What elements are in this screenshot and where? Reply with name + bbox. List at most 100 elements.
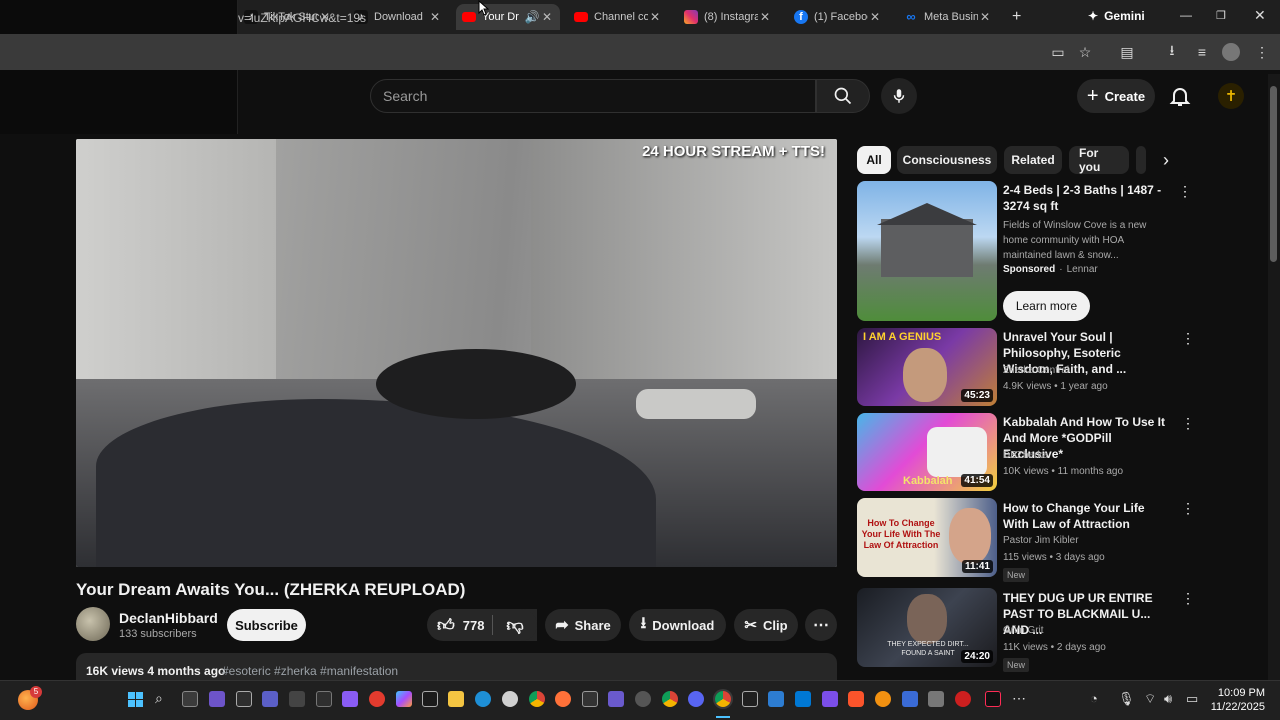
minimize-button[interactable]: —	[1180, 8, 1192, 22]
scrollbar-thumb[interactable]	[1270, 86, 1277, 262]
window-close-button[interactable]: ✕	[1254, 7, 1266, 24]
volume-icon[interactable]: 🔊︎	[1164, 691, 1172, 707]
maximize-button[interactable]: ❐	[1216, 9, 1226, 22]
gemini-button[interactable]: ✦ Gemini	[1088, 9, 1145, 23]
close-icon[interactable]: ✕	[540, 10, 554, 24]
tray-app-icon[interactable]: ◔	[1090, 691, 1098, 706]
new-tab-button[interactable]: +	[1012, 8, 1021, 26]
dislike-button[interactable]: 👎︎	[493, 609, 537, 641]
learn-more-button[interactable]: Learn more	[1003, 291, 1090, 321]
file-explorer-icon[interactable]	[448, 691, 464, 707]
video-thumbnail[interactable]: How To Change Your Life With The Law Of …	[857, 498, 997, 577]
chrome-icon[interactable]	[529, 691, 545, 707]
video-thumbnail[interactable]: THEY EXPECTED DIRT... FOUND A SAINT 24:2…	[857, 588, 997, 667]
app-icon[interactable]	[369, 691, 385, 707]
url-field[interactable]: v=luZKlpAGHCw&t=19s	[238, 11, 366, 25]
more-apps-icon[interactable]: ⋯	[1012, 690, 1026, 707]
video-thumbnail[interactable]: Kabbalah 41:54	[857, 413, 997, 491]
share-button[interactable]: ➦ Share	[545, 609, 621, 641]
edge-icon[interactable]	[475, 691, 491, 707]
tab-meta-business[interactable]: ∞ Meta Busin ✕	[898, 4, 998, 30]
ad-thumbnail[interactable]	[857, 181, 997, 321]
app-icon[interactable]	[822, 691, 838, 707]
notifications-button[interactable]	[1168, 84, 1192, 108]
browser-menu-icon[interactable]: ⋮	[1252, 42, 1272, 62]
search-icon[interactable]: ⌕	[155, 690, 163, 707]
app-icon[interactable]	[236, 691, 252, 707]
brave-icon[interactable]	[848, 691, 864, 707]
reading-mode-icon[interactable]: ▤	[1117, 42, 1137, 62]
more-vertical-icon[interactable]: ⋮	[1181, 500, 1195, 516]
search-input[interactable]: Search	[370, 79, 816, 113]
app-icon[interactable]	[422, 691, 438, 707]
opera-icon[interactable]	[955, 691, 971, 707]
media-control-icon[interactable]: ≡	[1192, 42, 1212, 62]
tab-youtube-active[interactable]: Your Dr 🔊 ✕	[456, 4, 560, 30]
app-icon[interactable]	[768, 691, 784, 707]
app-icon[interactable]	[795, 691, 811, 707]
more-vertical-icon[interactable]: ⋮	[1181, 330, 1195, 346]
battery-icon[interactable]: ▭	[1186, 691, 1198, 707]
chrome-active-icon[interactable]	[715, 691, 731, 707]
tiktok-icon[interactable]	[985, 691, 1001, 707]
download-button[interactable]: ⭳ Download	[629, 609, 726, 641]
video-title[interactable]: How to Change Your Life With Law of Attr…	[1003, 500, 1171, 532]
tab-facebook[interactable]: f (1) Faceboo ✕	[788, 4, 888, 30]
chip-consciousness[interactable]: Consciousness	[897, 146, 997, 174]
chip-for-you[interactable]: For you	[1069, 146, 1129, 174]
profile-avatar[interactable]	[1222, 43, 1240, 61]
ad-title[interactable]: 2-4 Beds | 2-3 Baths | 1487 - 3274 sq ft	[1003, 182, 1171, 214]
teams-icon[interactable]	[262, 691, 278, 707]
windows-start-icon[interactable]	[128, 692, 143, 707]
chip-all[interactable]: All	[857, 146, 891, 174]
more-vertical-icon[interactable]: ⋮	[1178, 183, 1192, 199]
app-icon[interactable]	[342, 691, 358, 707]
voice-search-button[interactable]	[881, 78, 917, 114]
downloads-icon[interactable]: ⭳	[1162, 42, 1182, 62]
chrome-icon[interactable]	[662, 691, 678, 707]
channel-name[interactable]: DBZherka	[1003, 450, 1048, 461]
app-icon[interactable]	[316, 691, 332, 707]
channel-name[interactable]: Grim Grit	[1003, 625, 1044, 636]
app-icon[interactable]	[209, 691, 225, 707]
microphone-icon[interactable]: 🎙︎	[1118, 691, 1135, 707]
search-button[interactable]	[816, 79, 870, 113]
app-icon[interactable]	[902, 691, 918, 707]
app-icon[interactable]	[582, 691, 598, 707]
more-vertical-icon[interactable]: ⋮	[1181, 590, 1195, 606]
clip-button[interactable]: ✂ Clip	[734, 609, 798, 641]
speaker-icon[interactable]: 🔊	[524, 10, 540, 24]
hashtags[interactable]: #esoteric #zherka #manifestation	[222, 664, 398, 678]
app-icon[interactable]	[502, 691, 518, 707]
channel-avatar[interactable]	[76, 607, 110, 641]
create-button[interactable]: + Create	[1077, 79, 1155, 113]
more-actions-button[interactable]: ⋯	[805, 609, 837, 641]
channel-name[interactable]: Pastor Jim Kibler	[1003, 535, 1079, 546]
app-icon[interactable]	[742, 691, 758, 707]
taskbar-clock[interactable]: 10:09 PM 11/22/2025	[1209, 686, 1265, 714]
video-thumbnail[interactable]: I AM A GENIUS 45:23	[857, 328, 997, 406]
chip-related[interactable]: Related	[1004, 146, 1062, 174]
channel-name[interactable]: DeclanHibbard	[119, 610, 218, 626]
copilot-icon[interactable]	[396, 691, 412, 707]
app-icon[interactable]	[635, 691, 651, 707]
more-vertical-icon[interactable]: ⋮	[1181, 415, 1195, 431]
firefox-icon[interactable]	[555, 691, 571, 707]
task-view-icon[interactable]	[182, 691, 198, 707]
install-app-icon[interactable]: ▭	[1048, 42, 1068, 62]
close-icon[interactable]: ✕	[758, 10, 772, 24]
close-icon[interactable]: ✕	[868, 10, 882, 24]
wifi-icon[interactable]: ⌔	[1144, 691, 1156, 707]
tab-instagram[interactable]: (8) Instagra ✕	[678, 4, 778, 30]
app-icon[interactable]	[875, 691, 891, 707]
close-icon[interactable]: ✕	[978, 10, 992, 24]
tab-channel-content[interactable]: Channel co ✕	[568, 4, 668, 30]
bookmark-star-icon[interactable]: ☆	[1075, 42, 1095, 62]
channel-name[interactable]: Zherka Central	[1003, 365, 1069, 376]
video-player[interactable]: 24 HOUR STREAM + TTS!	[76, 139, 837, 567]
chevron-right-icon[interactable]: ›	[1163, 150, 1169, 171]
discord-icon[interactable]	[688, 691, 704, 707]
app-icon[interactable]	[928, 691, 944, 707]
app-icon[interactable]	[289, 691, 305, 707]
account-avatar[interactable]: ✝	[1218, 83, 1244, 109]
